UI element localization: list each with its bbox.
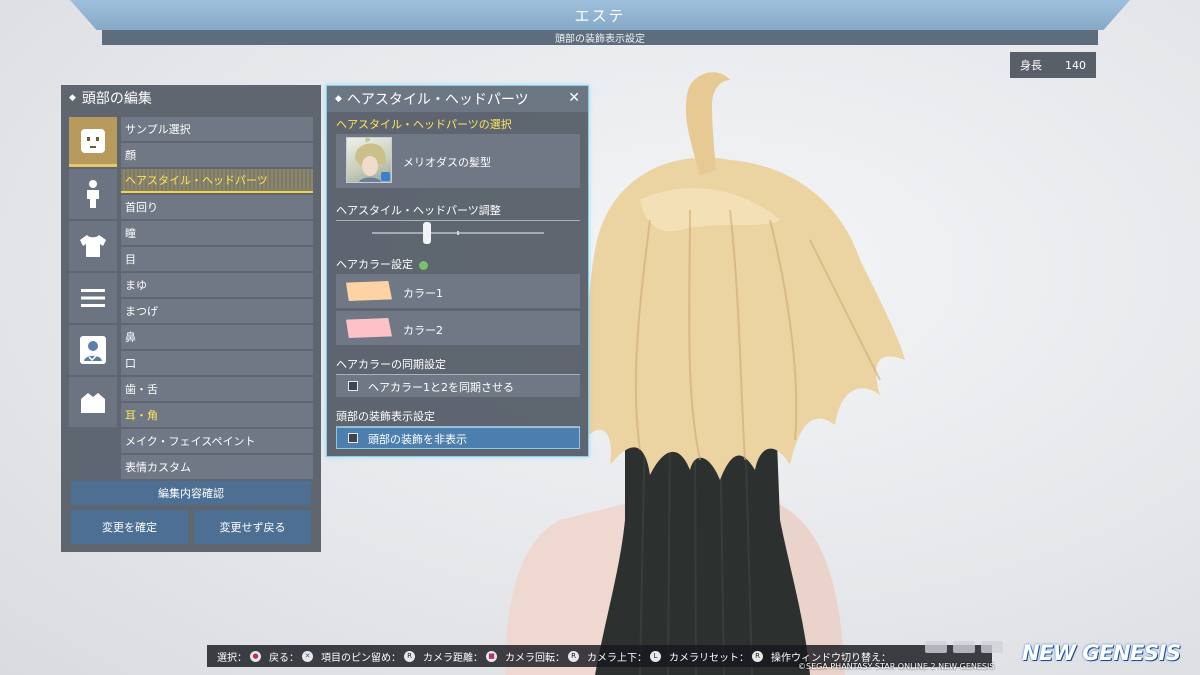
color-2-label: カラー2 [403,324,443,337]
l1-button-icon [925,641,947,653]
game-logo: NEW GENESIS [1022,641,1181,665]
menu-item-pupil[interactable]: 瞳 [121,221,313,245]
diamond-icon: ◆ [335,94,342,104]
hide-decoration-option[interactable]: 頭部の装飾を非表示 [336,427,580,449]
cross-button-icon: ✕ [302,650,313,662]
menu-item-nose[interactable]: 鼻 [121,325,313,349]
menu-item-neck[interactable]: 首回り [121,195,313,219]
clothing-icon[interactable] [69,221,117,271]
slider-center-tick [457,231,459,235]
section-color-sync: ヘアカラーの同期設定 [336,356,580,375]
menu-item-expression[interactable]: 表情カスタム [121,455,313,479]
right-stick-icon: R [568,650,579,662]
screen-title: エステ [574,6,626,25]
menu-item-face[interactable]: 顔 [121,143,313,167]
category-tabs [69,117,117,481]
hairstyle-title: ヘアスタイル・ヘッドパーツ [346,92,529,108]
hair-adjust-slider-knob[interactable] [423,222,432,244]
screen-subtitle-banner: 頭部の装飾表示設定 [102,30,1098,45]
hair-color-1-row[interactable]: カラー1 [336,274,580,308]
hair-thumbnail [346,137,392,183]
review-edits-button[interactable]: 編集内容確認 [71,481,311,505]
menu-item-mouth[interactable]: 口 [121,351,313,375]
square-button-icon: ■ [486,650,497,662]
hide-decoration-checkbox[interactable] [348,433,358,443]
face-icon[interactable] [69,117,117,167]
menu-item-teeth[interactable]: 歯・舌 [121,377,313,401]
section-hair-color: ヘアカラー設定 [336,256,580,275]
menu-item-makeup[interactable]: メイク・フェイスペイント [121,429,313,453]
color-sync-checkbox[interactable] [348,381,358,391]
hint-cam-distance: カメラ距離： ■ [423,649,497,664]
color-1-swatch [346,281,392,301]
color-1-label: カラー1 [403,287,443,300]
menu-item-eyes[interactable]: 目 [121,247,313,271]
apply-changes-button[interactable]: 変更を確定 [71,510,188,544]
hair-color-2-row[interactable]: カラー2 [336,311,580,345]
height-value: 140 [1065,58,1086,72]
diamond-icon: ◆ [69,93,76,103]
section-hair-select: ヘアスタイル・ヘッドパーツの選択 [336,116,580,135]
screen-title-banner: エステ [70,0,1130,30]
hairstyle-selector[interactable]: メリオダスの髪型 [336,134,580,188]
new-badge-icon [381,172,390,181]
stick-press-icon: R [752,650,763,662]
hair-name: メリオダスの髪型 [403,156,491,169]
color-palette-icon [418,260,428,270]
hide-decoration-label: 頭部の装飾を非表示 [368,433,467,446]
height-display: 身長 140 [1010,52,1096,78]
head-edit-title: 頭部の編集 [81,91,152,107]
copyright-text: ©SEGA PHANTASY STAR ONLINE 2 NEW GENESIS [798,662,995,671]
profile-icon[interactable] [69,325,117,375]
section-head-decoration: 頭部の装飾表示設定 [336,408,580,427]
hairstyle-panel: ◆ ヘアスタイル・ヘッドパーツ ✕ ヘアスタイル・ヘッドパーツの選択 メリオダス… [326,85,589,457]
hairstyle-title-bar: ◆ ヘアスタイル・ヘッドパーツ ✕ [327,86,588,112]
hint-cam-rotate: カメラ回転： R [505,649,579,664]
r1-button-icon [953,641,975,653]
category-empty-slot [69,429,117,481]
discard-changes-button[interactable]: 変更せず戻る [194,510,311,544]
screen-subtitle: 頭部の装飾表示設定 [555,34,645,45]
left-stick-icon: L [650,650,661,662]
menu-item-sample[interactable]: サンプル選択 [121,117,313,141]
hint-back: 戻る： ✕ [269,649,313,664]
close-icon[interactable]: ✕ [568,90,580,106]
color-sync-option[interactable]: ヘアカラー1と2を同期させる [336,375,580,397]
hint-cam-reset: カメラリセット： R [669,649,763,664]
hint-select: 選択： ● [217,649,261,664]
height-label: 身長 [1020,59,1042,72]
menu-item-eyelashes[interactable]: まつげ [121,299,313,323]
list-icon[interactable] [69,273,117,323]
menu-item-eyebrows[interactable]: まゆ [121,273,313,297]
stick-button-icon: R [404,650,415,662]
color-2-swatch [346,318,392,338]
body-icon[interactable] [69,169,117,219]
color-sync-label: ヘアカラー1と2を同期させる [368,381,514,394]
section-hair-adjust: ヘアスタイル・ヘッドパーツ調整 [336,202,580,221]
head-edit-panel: ◆ 頭部の編集 サンプル選択 顔 ヘアスタイル・ヘッドパーツ 首回り 瞳 目 ま… [61,85,321,552]
circle-button-icon: ● [250,650,261,662]
menu-button-icon [981,641,1003,653]
hint-cam-updown: カメラ上下： L [587,649,661,664]
head-edit-title-bar: ◆ 頭部の編集 [61,85,321,111]
menu-item-ears[interactable]: 耳・角 [121,403,313,427]
part-menu-list: サンプル選択 顔 ヘアスタイル・ヘッドパーツ 首回り 瞳 目 まゆ まつげ 鼻 … [121,117,313,481]
menu-item-hairstyle[interactable]: ヘアスタイル・ヘッドパーツ [121,169,313,193]
accessory-icon[interactable] [69,377,117,427]
hint-pin: 項目のピン留め： R [321,649,415,664]
